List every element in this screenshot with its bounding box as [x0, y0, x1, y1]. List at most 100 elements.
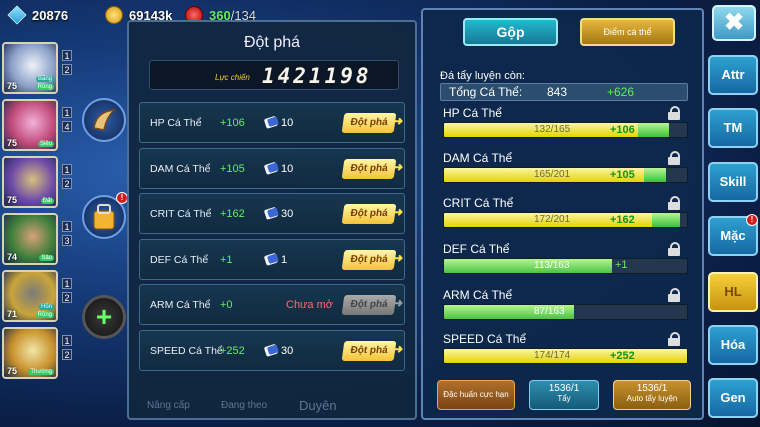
- lock-icon[interactable]: [668, 196, 680, 210]
- remaining-stones-label: Đá tẩy luyện còn:: [440, 70, 525, 82]
- pet-slot[interactable]: 75 Băng Rồng 1 2: [2, 42, 82, 94]
- breakthrough-cost: 30: [281, 208, 294, 220]
- pet-slot-number: 1: [62, 221, 72, 232]
- close-button[interactable]: ✖: [712, 5, 756, 41]
- pet-slot[interactable]: 75 Siêu 1 4: [2, 99, 82, 151]
- auto-wash-label: Auto tẩy luyện: [626, 394, 678, 403]
- breakthrough-button[interactable]: Đột phá: [341, 113, 397, 133]
- side-menu-tm[interactable]: TM: [708, 108, 758, 148]
- side-menu-hl[interactable]: HL: [708, 272, 758, 312]
- lock-icon[interactable]: [668, 151, 680, 165]
- pet-slot[interactable]: 75 Thường 1 2: [2, 327, 82, 379]
- combat-power-label: Lực chiến: [215, 73, 250, 82]
- stat-bar: 132/165 +106: [443, 122, 688, 138]
- breakthrough-button[interactable]: Đột phá: [341, 204, 397, 224]
- total-label: Tổng Cá Thể:: [449, 85, 523, 99]
- panel-title: Đột phá: [243, 34, 301, 51]
- claw-icon: [93, 109, 117, 131]
- scroll-icon: [263, 250, 281, 268]
- side-menu-mặc[interactable]: Mặc!: [708, 214, 758, 256]
- breakthrough-button[interactable]: Đột phá: [341, 158, 397, 179]
- breakthrough-button[interactable]: Đột phá: [341, 295, 397, 315]
- add-slot-button[interactable]: +: [82, 295, 126, 339]
- lock-icon[interactable]: [668, 106, 680, 120]
- combat-power-box: Lực chiến 1421198: [149, 60, 399, 90]
- side-menu-label: Gen: [720, 390, 746, 405]
- gem-counter[interactable]: 20876: [7, 4, 68, 26]
- scroll-icon: [263, 204, 281, 222]
- side-menu-label: Mặc: [720, 228, 746, 243]
- wash-button[interactable]: 1536/1 Tẩy: [529, 380, 599, 410]
- breakthrough-row: ARM Cá Thể +0 Chưa mở Đột phá: [139, 284, 405, 325]
- pet-level: 75: [7, 138, 18, 148]
- side-menu-label: Skill: [719, 174, 747, 189]
- pet-level: 75: [7, 195, 18, 205]
- tab-individual-points[interactable]: Điểm cá thể: [580, 18, 675, 46]
- stat-row: HP Cá Thể 132/165 +106: [443, 106, 688, 138]
- pet-type-tag: Rồng: [35, 312, 54, 318]
- pet-type-tag: Đất: [40, 198, 54, 204]
- tab-following[interactable]: Đang theo: [221, 400, 267, 411]
- pet-level: 74: [7, 252, 18, 262]
- gold-coin-icon: [105, 6, 123, 24]
- side-menu-label: Attr: [721, 67, 745, 82]
- pet-card[interactable]: 74 Sâu: [2, 213, 58, 265]
- stat-gain: +1: [615, 259, 628, 271]
- lock-icon[interactable]: [668, 288, 680, 302]
- pet-type-tag: Rồng: [35, 84, 54, 90]
- pet-slot-number: 1: [62, 164, 72, 175]
- breakthrough-panel: Đột phá Lực chiến 1421198 HP Cá Thể +106 1…: [127, 20, 417, 420]
- side-menu-label: HL: [724, 284, 742, 299]
- stat-gain: +106: [610, 124, 635, 136]
- stat-name: CRIT Cá Thể: [443, 196, 514, 210]
- stat-name: DAM Cá Thể: [443, 151, 513, 165]
- ultimate-training-button[interactable]: Đặc huấn cực hạn: [437, 380, 515, 410]
- pet-card[interactable]: 71 Hỏn Rồng: [2, 270, 58, 322]
- side-menu-hóa[interactable]: Hóa: [708, 325, 758, 365]
- breakthrough-list: HP Cá Thể +106 10 Đột phá DAM Cá Thể +105 10 Độ…: [139, 102, 405, 375]
- pet-slot-number: 2: [62, 292, 72, 303]
- breakthrough-row: DAM Cá Thể +105 10 Đột phá: [139, 147, 405, 189]
- tab-merge[interactable]: Gộp: [463, 18, 558, 46]
- breakthrough-row: DEF Cá Thể +1 1 Đột phá: [139, 238, 405, 280]
- side-menu-label: Hóa: [720, 337, 746, 352]
- pet-card[interactable]: 75 Siêu: [2, 99, 58, 151]
- lock-icon[interactable]: [668, 332, 680, 346]
- tab-upgrade[interactable]: Nâng cấp: [147, 400, 190, 411]
- side-menu-skill[interactable]: Skill: [708, 162, 758, 202]
- stat-bonus: +105: [220, 162, 245, 175]
- pet-slot-number: 1: [62, 50, 72, 61]
- pet-card[interactable]: 75 Đất: [2, 156, 58, 208]
- pet-slot-number: 4: [62, 121, 72, 132]
- pet-card[interactable]: 75 Băng Rồng: [2, 42, 58, 94]
- pet-slot[interactable]: 75 Đất 1 2: [2, 156, 82, 208]
- pet-type-tag: Băng: [35, 76, 54, 82]
- pet-level: 75: [7, 366, 18, 376]
- stat-bar: 172/201 +162: [443, 212, 688, 228]
- auto-wash-button[interactable]: 1536/1 Auto tẩy luyện: [613, 380, 691, 410]
- stat-name: HP Cá Thể: [150, 117, 202, 129]
- pet-slot-number: 2: [62, 178, 72, 189]
- stat-progress-text: 113/163: [534, 260, 570, 271]
- stat-bar: 113/163: [443, 258, 688, 274]
- lock-icon[interactable]: [668, 242, 680, 256]
- breakthrough-cost: 1: [281, 253, 288, 266]
- side-menu-attr[interactable]: Attr: [708, 55, 758, 95]
- stat-row: ARM Cá Thể 87/163: [443, 288, 688, 320]
- pet-type-tag: Sâu: [39, 255, 54, 261]
- training-actions: Đặc huấn cực hạn 1536/1 Tẩy 1536/1 Auto …: [437, 380, 699, 410]
- stat-row: SPEED Cá Thể 174/174 +252: [443, 332, 688, 364]
- pet-slot-number: 1: [62, 107, 72, 118]
- pet-slot[interactable]: 74 Sâu 1 3: [2, 213, 82, 265]
- tab-bond[interactable]: Duyên: [299, 398, 337, 413]
- pet-slot[interactable]: 71 Hỏn Rồng 1 2: [2, 270, 82, 322]
- side-menu-gen[interactable]: Gen: [708, 378, 758, 418]
- stat-bar: 174/174 +252: [443, 348, 688, 364]
- stat-name: ARM Cá Thể: [150, 299, 211, 311]
- auto-wash-count: 1536/1: [636, 383, 668, 394]
- stat-bar: 87/163: [443, 304, 688, 320]
- breakthrough-button[interactable]: Đột phá: [341, 340, 397, 361]
- breakthrough-button[interactable]: Đột phá: [341, 249, 397, 270]
- equipment-slot-claw[interactable]: [82, 98, 126, 142]
- pet-card[interactable]: 75 Thường: [2, 327, 58, 379]
